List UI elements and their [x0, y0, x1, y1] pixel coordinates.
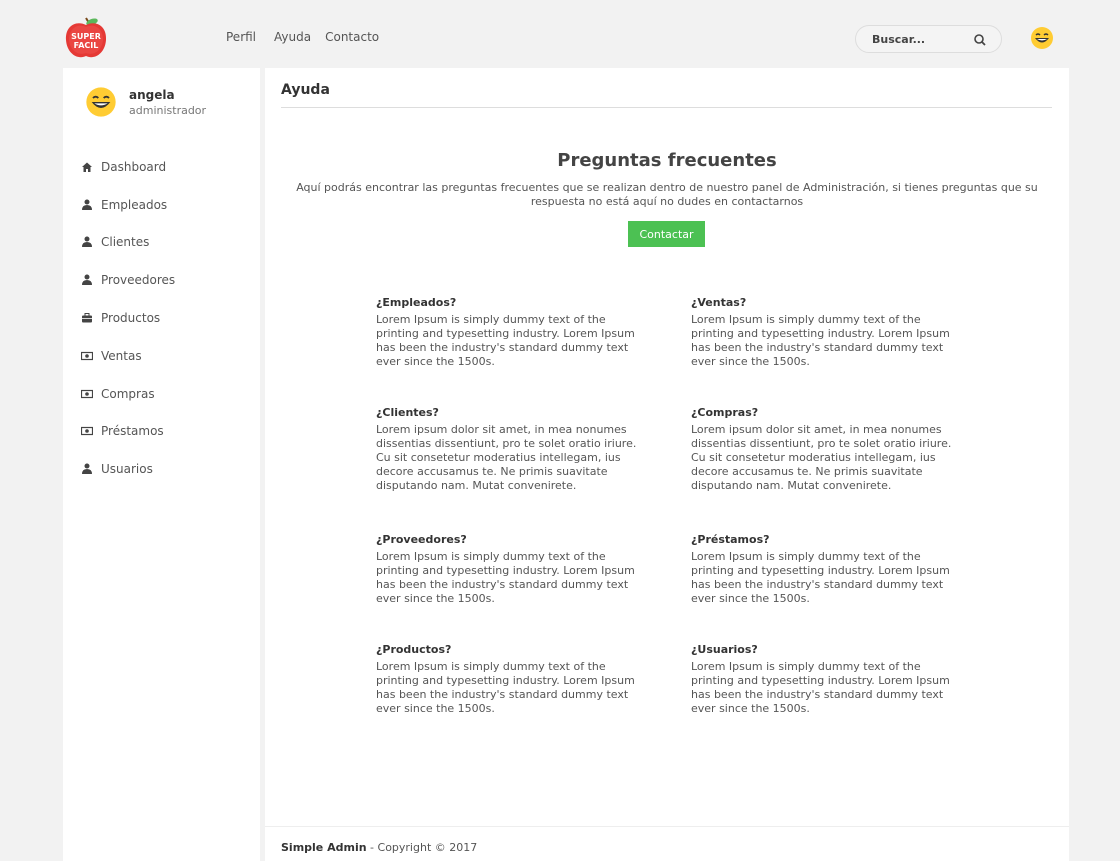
sidebar-item-label: Dashboard: [101, 159, 167, 174]
faq-question: ¿Productos?: [376, 643, 452, 656]
user-avatar-icon[interactable]: [1030, 26, 1054, 50]
nav-contacto[interactable]: Contacto: [325, 30, 379, 44]
footer-copyright: - Copyright © 2017: [366, 841, 478, 854]
user-icon: [81, 274, 93, 286]
faq-answer: Lorem Ipsum is simply dummy text of the …: [691, 550, 950, 605]
faq-item: ¿Proveedores? Lorem Ipsum is simply dumm…: [376, 533, 646, 606]
sidebar-item-usuarios[interactable]: Usuarios: [63, 450, 260, 488]
sidebar-item-label: Préstamos: [101, 424, 164, 439]
svg-text:FACIL: FACIL: [74, 41, 99, 50]
nav-ayuda[interactable]: Ayuda: [274, 30, 311, 44]
faq-question: ¿Usuarios?: [691, 643, 758, 656]
sidebar-item-label: Empleados: [101, 197, 168, 212]
page-title: Ayuda: [281, 82, 330, 98]
faq-item: ¿Usuarios? Lorem Ipsum is simply dummy t…: [691, 643, 961, 716]
sidebar-item-label: Usuarios: [101, 462, 153, 477]
faq-answer: Lorem Ipsum is simply dummy text of the …: [691, 313, 950, 368]
faq-question: ¿Ventas?: [691, 296, 747, 309]
sidebar-item-label: Proveedores: [101, 273, 176, 288]
faq-intro: Aquí podrás encontrar las preguntas frec…: [296, 181, 1038, 208]
faq-item: ¿Préstamos? Lorem Ipsum is simply dummy …: [691, 533, 961, 606]
faq-answer: Lorem Ipsum is simply dummy text of the …: [376, 313, 635, 368]
avatar: [85, 86, 117, 118]
sidebar-item-productos[interactable]: Productos: [63, 299, 260, 337]
top-bar: SUPER FACIL Perfil Ayuda Contacto: [0, 0, 1120, 68]
sidebar: angela administrador Dashboard Empleados…: [63, 68, 260, 861]
faq-answer: Lorem Ipsum is simply dummy text of the …: [376, 550, 635, 605]
super-facil-logo[interactable]: SUPER FACIL: [62, 14, 110, 62]
search-input[interactable]: [872, 32, 972, 46]
faq-heading: Preguntas frecuentes: [557, 150, 777, 171]
sidebar-item-compras[interactable]: Compras: [63, 375, 260, 413]
faq-answer: Lorem ipsum dolor sit amet, in mea nonum…: [376, 423, 637, 492]
faq-item: ¿Productos? Lorem Ipsum is simply dummy …: [376, 643, 646, 716]
user-icon: [81, 199, 93, 211]
sidebar-item-label: Productos: [101, 311, 161, 326]
money-icon: [80, 425, 94, 437]
faq-item: ¿Empleados? Lorem Ipsum is simply dummy …: [376, 296, 646, 369]
main-panel: Ayuda Preguntas frecuentes Aquí podrás e…: [265, 68, 1069, 861]
top-nav: Perfil Ayuda Contacto: [226, 30, 393, 44]
faq-item: ¿Compras? Lorem ipsum dolor sit amet, in…: [691, 406, 961, 493]
home-icon: [81, 161, 93, 173]
sidebar-item-prestamos[interactable]: Préstamos: [63, 413, 260, 451]
sidebar-item-label: Ventas: [101, 348, 142, 363]
user-icon: [81, 463, 93, 475]
money-icon: [80, 350, 94, 362]
faq-answer: Lorem Ipsum is simply dummy text of the …: [691, 660, 950, 715]
svg-text:SUPER: SUPER: [71, 32, 101, 41]
faq-item: ¿Clientes? Lorem ipsum dolor sit amet, i…: [376, 406, 646, 493]
search-icon[interactable]: [973, 32, 987, 46]
faq-answer: Lorem ipsum dolor sit amet, in mea nonum…: [691, 423, 952, 492]
user-name: angela: [129, 88, 175, 102]
contact-button[interactable]: Contactar: [628, 221, 705, 247]
faq-question: ¿Préstamos?: [691, 533, 770, 546]
sidebar-item-empleados[interactable]: Empleados: [63, 186, 260, 224]
footer-brand: Simple Admin: [281, 841, 367, 854]
money-icon: [80, 388, 94, 400]
sidebar-item-proveedores[interactable]: Proveedores: [63, 261, 260, 299]
faq-answer: Lorem Ipsum is simply dummy text of the …: [376, 660, 635, 715]
faq-question: ¿Empleados?: [376, 296, 457, 309]
user-role: administrador: [129, 104, 207, 117]
sidebar-item-ventas[interactable]: Ventas: [63, 337, 260, 375]
faq-question: ¿Proveedores?: [376, 533, 467, 546]
sidebar-item-label: Compras: [101, 386, 155, 401]
user-icon: [81, 236, 93, 248]
faq-question: ¿Compras?: [691, 406, 759, 419]
divider: [281, 107, 1052, 108]
sidebar-item-dashboard[interactable]: Dashboard: [63, 148, 260, 186]
footer: Simple Admin - Copyright © 2017: [281, 841, 477, 854]
search-box: [855, 25, 1002, 53]
footer-divider: [265, 826, 1069, 827]
faq-item: ¿Ventas? Lorem Ipsum is simply dummy tex…: [691, 296, 961, 369]
sidebar-item-label: Clientes: [101, 235, 150, 250]
briefcase-icon: [81, 312, 93, 324]
sidebar-item-clientes[interactable]: Clientes: [63, 224, 260, 262]
nav-perfil[interactable]: Perfil: [226, 30, 256, 44]
sidebar-menu: Dashboard Empleados Clientes Proveedores…: [63, 148, 260, 488]
faq-question: ¿Clientes?: [376, 406, 439, 419]
